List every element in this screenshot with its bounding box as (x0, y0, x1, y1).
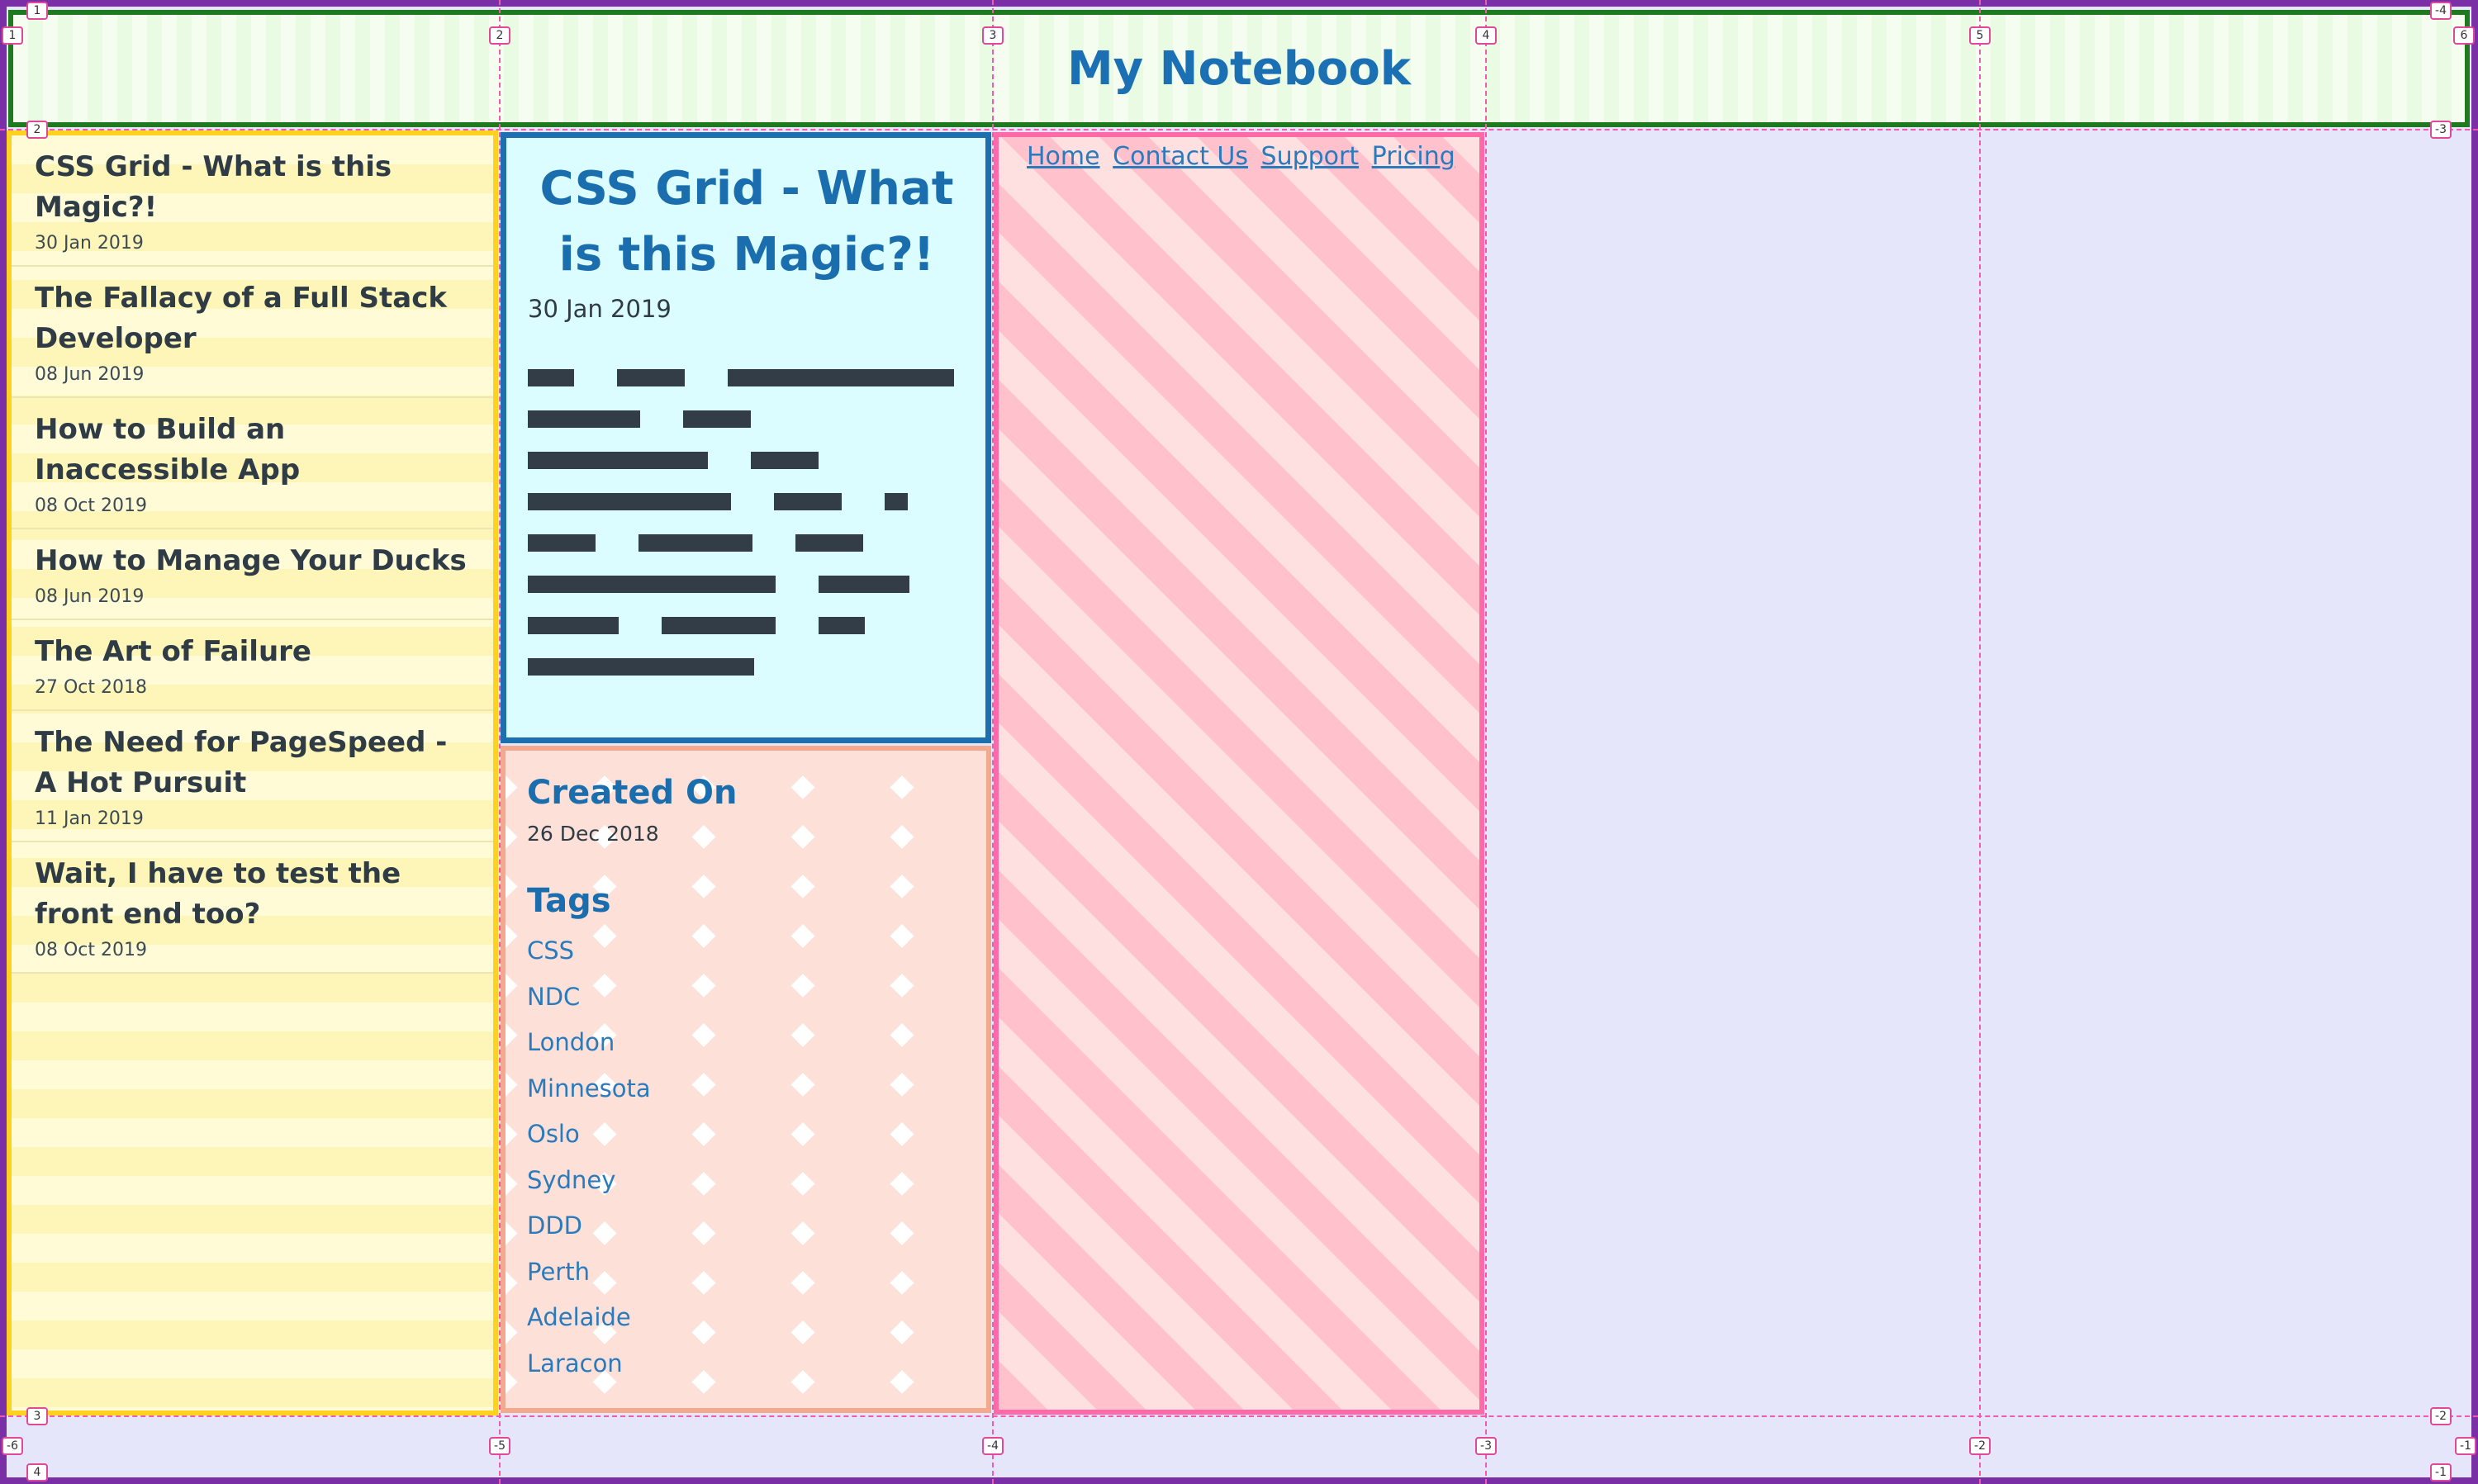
redacted-line (528, 617, 966, 634)
grid-col-label: 4 (1475, 26, 1497, 45)
post-title[interactable]: The Need for PageSpeed - A Hot Pursuit (35, 723, 472, 804)
redacted-body-text (528, 369, 966, 676)
grid-row-label: 2 (26, 121, 48, 139)
post-date: 30 Jan 2019 (35, 233, 144, 254)
post-title[interactable]: CSS Grid - What is this Magic?! (35, 147, 472, 228)
created-date: 26 Dec 2018 (527, 822, 659, 846)
grid-row-label: -4 (2430, 2, 2452, 20)
nav-link-home[interactable]: Home (1027, 142, 1100, 171)
post-title[interactable]: The Fallacy of a Full Stack Developer (35, 278, 472, 359)
list-item[interactable]: The Fallacy of a Full Stack Developer 08… (12, 267, 493, 398)
grid-col-label: -4 (982, 1437, 1004, 1455)
grid-column-line (1979, 0, 1981, 1484)
post-title[interactable]: The Art of Failure (35, 632, 472, 672)
list-item[interactable]: The Need for PageSpeed - A Hot Pursuit 1… (12, 711, 493, 842)
tag-link[interactable]: Laracon (527, 1341, 965, 1387)
tag-link[interactable]: Oslo (527, 1112, 965, 1158)
redacted-line (528, 658, 966, 676)
redacted-line (528, 534, 966, 552)
grid-row-label: -2 (2430, 1407, 2452, 1425)
article-card: CSS Grid - What is this Magic?! 30 Jan 2… (501, 132, 991, 743)
grid-col-label: 6 (2453, 26, 2475, 45)
post-date: 08 Oct 2019 (35, 940, 148, 960)
grid-col-label: -3 (1475, 1437, 1497, 1455)
nav-column: Home Contact Us Support Pricing (994, 132, 1484, 1415)
nav-link-support[interactable]: Support (1261, 142, 1360, 171)
redacted-line (528, 369, 966, 386)
tag-link[interactable]: CSS (527, 928, 965, 974)
grid-row-label: -3 (2430, 121, 2452, 139)
post-date: 27 Oct 2018 (35, 677, 148, 698)
redacted-line (528, 452, 966, 469)
post-list-sidebar: CSS Grid - What is this Magic?! 30 Jan 2… (7, 130, 498, 1415)
list-item[interactable]: How to Build an Inaccessible App 08 Oct … (12, 398, 493, 529)
site-header: My Notebook (8, 10, 2470, 127)
nav-link-pricing[interactable]: Pricing (1372, 142, 1455, 171)
list-item[interactable]: How to Manage Your Ducks 08 Jun 2019 (12, 529, 493, 620)
grid-col-label: -2 (1969, 1437, 1991, 1455)
post-date: 08 Jun 2019 (35, 586, 145, 607)
grid-col-label: -1 (2455, 1437, 2476, 1455)
grid-row-label: 1 (2, 26, 23, 45)
tag-link[interactable]: Perth (527, 1249, 965, 1296)
tag-link[interactable]: DDD (527, 1203, 965, 1249)
post-title[interactable]: How to Build an Inaccessible App (35, 410, 472, 491)
tag-link[interactable]: London (527, 1020, 965, 1066)
grid-row-label: -1 (2430, 1463, 2452, 1482)
grid-col-label: 1 (26, 2, 48, 20)
redacted-line (528, 410, 966, 428)
list-item[interactable]: CSS Grid - What is this Magic?! 30 Jan 2… (12, 135, 493, 267)
tags-heading: Tags (527, 882, 611, 920)
tag-link[interactable]: Sydney (527, 1158, 965, 1204)
grid-col-label: -5 (489, 1437, 510, 1455)
grid-row-label: 4 (26, 1463, 48, 1482)
created-on-heading: Created On (527, 774, 738, 812)
article-meta-panel: Created On 26 Dec 2018 Tags CSS NDC Lond… (501, 746, 991, 1413)
post-date: 11 Jan 2019 (35, 808, 144, 829)
grid-col-label: -6 (2, 1437, 23, 1455)
tag-link[interactable]: Adelaide (527, 1295, 965, 1341)
redacted-line (528, 493, 966, 510)
post-date: 08 Jun 2019 (35, 364, 145, 385)
grid-col-label: 5 (1969, 26, 1991, 45)
nav-link-contact[interactable]: Contact Us (1113, 142, 1248, 171)
grid-row-label: 3 (26, 1407, 48, 1425)
article-date: 30 Jan 2019 (528, 295, 672, 323)
redacted-line (528, 576, 966, 593)
tag-link[interactable]: Minnesota (527, 1066, 965, 1112)
site-title[interactable]: My Notebook (1067, 42, 1411, 96)
grid-col-label: 2 (489, 26, 510, 45)
list-item[interactable]: Wait, I have to test the front end too? … (12, 842, 493, 974)
tag-list: CSS NDC London Minnesota Oslo Sydney DDD… (527, 928, 965, 1387)
grid-column-line (1485, 0, 1487, 1484)
tag-link[interactable]: NDC (527, 974, 965, 1021)
post-title[interactable]: Wait, I have to test the front end too? (35, 854, 472, 935)
grid-col-label: 3 (982, 26, 1004, 45)
list-item[interactable]: The Art of Failure 27 Oct 2018 (12, 620, 493, 711)
nav-links: Home Contact Us Support Pricing (1027, 142, 1460, 171)
grid-row-line (0, 1415, 2478, 1417)
post-title[interactable]: How to Manage Your Ducks (35, 541, 472, 581)
article-title: CSS Grid - What is this Magic?! (539, 162, 954, 282)
post-date: 08 Oct 2019 (35, 495, 148, 516)
